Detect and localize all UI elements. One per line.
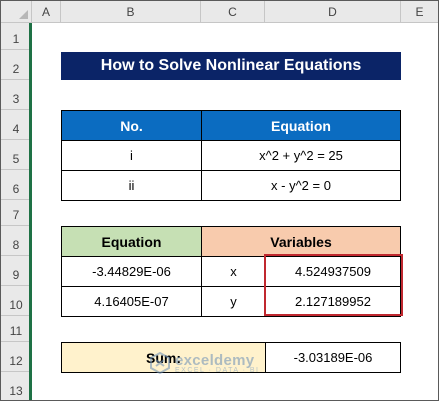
column-header-d[interactable]: D — [265, 1, 401, 23]
equation-no-cell[interactable]: i — [61, 140, 202, 171]
column-header-a[interactable]: A — [32, 1, 61, 23]
row-number: 4 — [12, 122, 20, 136]
header-equation[interactable]: Equation — [201, 110, 401, 141]
equation-no-cell[interactable]: ii — [61, 170, 202, 201]
row-number: 2 — [12, 62, 20, 76]
variable-name-cell[interactable]: y — [201, 286, 266, 317]
row-number: 6 — [12, 182, 20, 196]
row-number: 5 — [12, 152, 20, 166]
watermark-tagline: EXCEL · DATA · BI — [175, 367, 260, 374]
variable-name-cell[interactable]: x — [201, 256, 266, 287]
column-header-b[interactable]: B — [61, 1, 201, 23]
equation-value-cell[interactable]: 4.16405E-07 — [61, 286, 202, 317]
header-equation-value[interactable]: Equation — [61, 226, 202, 257]
header-variables[interactable]: Variables — [201, 226, 401, 257]
row-number: 13 — [9, 384, 23, 398]
exceldemy-watermark: exceldemy EXCEL · DATA · BI — [149, 352, 260, 374]
sheet-title[interactable]: How to Solve Nonlinear Equations — [61, 52, 401, 80]
variable-value-cell[interactable]: 2.127189952 — [265, 286, 401, 317]
equation-cell[interactable]: x - y^2 = 0 — [201, 170, 401, 201]
row-header-10[interactable]: 10 — [1, 286, 32, 316]
equation-value-cell[interactable]: -3.44829E-06 — [61, 256, 202, 287]
spreadsheet: A B C D E 1 2 3 4 5 6 7 8 9 10 11 12 13 … — [0, 0, 439, 401]
variable-value-cell[interactable]: 4.524937509 — [265, 256, 401, 287]
column-header-c[interactable]: C — [201, 1, 265, 23]
row-header-4[interactable]: 4 — [1, 110, 32, 140]
row-header-2[interactable]: 2 — [1, 50, 32, 80]
header-no[interactable]: No. — [61, 110, 202, 141]
row-header-11[interactable]: 11 — [1, 316, 32, 342]
row-number: 12 — [9, 354, 23, 368]
row-number: 3 — [12, 92, 20, 106]
row-number: 8 — [12, 238, 20, 252]
sum-value[interactable]: -3.03189E-06 — [265, 342, 401, 373]
row-header-12[interactable]: 12 — [1, 342, 32, 372]
row-header-5[interactable]: 5 — [1, 140, 32, 170]
row-number: 1 — [12, 32, 20, 46]
row-number: 11 — [9, 324, 23, 338]
select-all-triangle-icon — [19, 10, 28, 19]
row-number: 7 — [12, 208, 20, 222]
row-header-3[interactable]: 3 — [1, 80, 32, 110]
exceldemy-logo-icon — [150, 352, 170, 374]
select-all-corner[interactable] — [1, 1, 32, 23]
row-number: 9 — [12, 268, 20, 282]
row-header-8[interactable]: 8 — [1, 226, 32, 256]
row-header-9[interactable]: 9 — [1, 256, 32, 286]
row-header-6[interactable]: 6 — [1, 170, 32, 200]
equation-cell[interactable]: x^2 + y^2 = 25 — [201, 140, 401, 171]
row-number: 10 — [9, 298, 23, 312]
row-header-13[interactable]: 13 — [1, 372, 32, 400]
column-a-gridline-bar — [29, 23, 32, 400]
row-header-1[interactable]: 1 — [1, 23, 32, 50]
row-header-7[interactable]: 7 — [1, 200, 32, 226]
column-header-e[interactable]: E — [401, 1, 438, 23]
